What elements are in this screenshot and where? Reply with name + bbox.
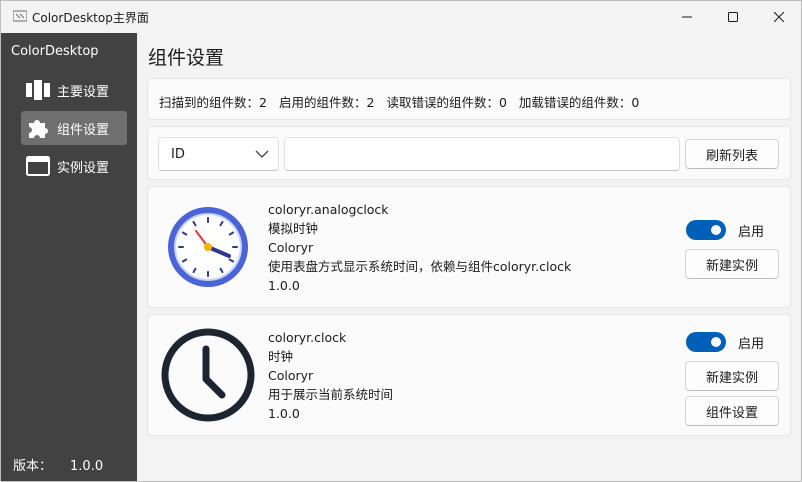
component-settings-button[interactable]: 组件设置 bbox=[685, 396, 779, 426]
sidebar-item-component-settings[interactable]: 组件设置 bbox=[21, 111, 127, 145]
component-id: coloryr.clock bbox=[268, 330, 347, 345]
component-name: 模拟时钟 bbox=[268, 221, 319, 236]
stat-enabled: 启用的组件数：2 bbox=[278, 95, 375, 110]
component-version: 1.0.0 bbox=[268, 406, 300, 421]
version-label: 版本： bbox=[13, 459, 53, 474]
component-id: coloryr.analogclock bbox=[268, 202, 389, 217]
filter-field-value: ID bbox=[171, 147, 185, 162]
sidebar-item-main-settings[interactable]: 主要设置 bbox=[21, 73, 127, 107]
minimize-icon bbox=[682, 16, 692, 18]
enable-toggle-label: 启用 bbox=[738, 337, 765, 352]
clock-icon bbox=[161, 328, 255, 422]
toggle-knob bbox=[711, 337, 721, 347]
stat-read-errors: 读取错误的组件数：0 bbox=[386, 95, 507, 110]
new-instance-button[interactable]: 新建实例 bbox=[685, 361, 779, 391]
new-instance-button[interactable]: 新建实例 bbox=[685, 249, 779, 279]
filter-field-select[interactable]: ID bbox=[158, 137, 279, 171]
stat-load-errors: 加载错误的组件数：0 bbox=[518, 95, 640, 110]
main-content: 组件设置 扫描到的组件数：2 启用的组件数：2 读取错误的组件数：0 加载错误的… bbox=[137, 33, 801, 481]
app-logo-icon bbox=[13, 10, 27, 22]
refresh-list-button[interactable]: 刷新列表 bbox=[685, 139, 779, 169]
puzzle-icon bbox=[25, 115, 51, 141]
app-window: ColorDesktop主界面 ColorDesktop 主要设置 组件设置 实… bbox=[0, 0, 802, 482]
enable-toggle-label: 启用 bbox=[738, 225, 765, 240]
sidebar: ColorDesktop 主要设置 组件设置 实例设置 版本： 1.0.0 bbox=[1, 33, 137, 481]
close-icon bbox=[774, 12, 784, 22]
maximize-button[interactable] bbox=[710, 1, 756, 33]
component-info: coloryr.clock 时钟 Coloryr 用于展示当前系统时间 1.0.… bbox=[268, 328, 393, 423]
sidebar-item-instance-settings[interactable]: 实例设置 bbox=[21, 149, 127, 183]
sidebar-item-label: 组件设置 bbox=[57, 122, 110, 138]
maximize-icon bbox=[728, 12, 738, 22]
component-description: 用于展示当前系统时间 bbox=[268, 387, 394, 402]
sidebar-item-label: 主要设置 bbox=[57, 84, 110, 100]
version-value: 1.0.0 bbox=[70, 459, 104, 474]
component-author: Coloryr bbox=[268, 240, 314, 255]
chevron-down-icon bbox=[255, 150, 269, 158]
version-info: 版本： 1.0.0 bbox=[13, 455, 103, 474]
title-bar: ColorDesktop主界面 bbox=[1, 1, 801, 33]
stat-scanned: 扫描到的组件数：2 bbox=[159, 95, 267, 110]
component-card: coloryr.clock 时钟 Coloryr 用于展示当前系统时间 1.0.… bbox=[147, 314, 791, 436]
enable-toggle[interactable] bbox=[686, 332, 726, 352]
component-card: coloryr.analogclock 模拟时钟 Coloryr 使用表盘方式显… bbox=[147, 186, 791, 308]
stats-card: 扫描到的组件数：2 启用的组件数：2 读取错误的组件数：0 加载错误的组件数：0 bbox=[147, 78, 791, 120]
component-name: 时钟 bbox=[268, 349, 294, 364]
analog-clock-icon bbox=[168, 207, 248, 287]
component-version: 1.0.0 bbox=[268, 278, 300, 293]
columns-icon bbox=[25, 77, 51, 103]
filter-card: ID 刷新列表 bbox=[147, 126, 791, 180]
component-info: coloryr.analogclock 模拟时钟 Coloryr 使用表盘方式显… bbox=[268, 200, 571, 295]
window-title: ColorDesktop主界面 bbox=[32, 11, 149, 25]
toggle-knob bbox=[711, 225, 721, 235]
enable-toggle[interactable] bbox=[686, 220, 726, 240]
component-author: Coloryr bbox=[268, 368, 314, 383]
minimize-button[interactable] bbox=[664, 1, 710, 33]
close-button[interactable] bbox=[756, 1, 801, 33]
page-title: 组件设置 bbox=[148, 47, 225, 69]
component-description: 使用表盘方式显示系统时间，依赖与组件coloryr.clock bbox=[268, 259, 572, 274]
window-icon bbox=[25, 153, 51, 179]
sidebar-brand: ColorDesktop bbox=[11, 44, 99, 59]
stats-row: 扫描到的组件数：2 启用的组件数：2 读取错误的组件数：0 加载错误的组件数：0 bbox=[159, 92, 639, 111]
filter-input[interactable] bbox=[284, 137, 680, 171]
sidebar-item-label: 实例设置 bbox=[57, 160, 110, 176]
